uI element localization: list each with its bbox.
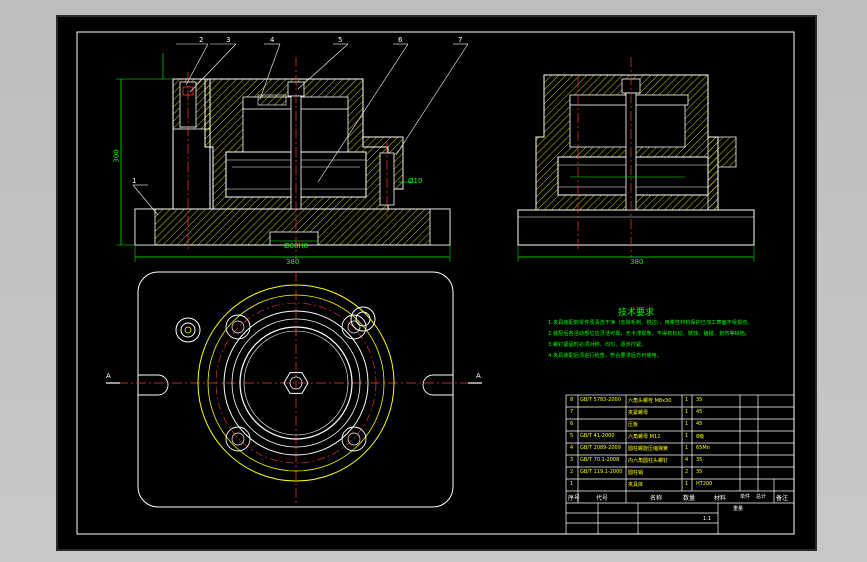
section-mark-right: A: [476, 372, 481, 380]
parts-header: 序号 代号 名称 数量 材料 单件 总计 备注: [568, 494, 789, 502]
bolt-hole: [225, 314, 251, 340]
corner-screw: [175, 317, 201, 343]
notes-title: 技术要求: [618, 308, 655, 318]
dim-bore: Ø60H8: [284, 242, 309, 250]
parts-row: 4 GB/T 2089-2009 圆柱螺旋压缩弹簧 1 65Mn: [570, 445, 710, 452]
balloon-2: 2: [199, 36, 204, 44]
parts-row: 5 GB/T 41-2000 六角螺母 M12 1 8级: [570, 433, 705, 440]
parts-row: 7 夹紧螺母 1 45: [570, 409, 703, 416]
balloon-6: 6: [398, 36, 403, 44]
parts-row: 1 夹具体 1 HT200: [570, 481, 713, 488]
dim-height: 300: [112, 149, 121, 163]
base-foot-left: [134, 208, 156, 246]
spring-seat: [257, 94, 287, 106]
right-slot: [422, 374, 453, 396]
note-line: 1.夹具装配前零件须清洗干净（去除毛刺、锐边），用柔性材料保护已加工表面不受损伤…: [548, 320, 753, 326]
balloon-7: 7: [458, 36, 463, 44]
scale-value: 1:1: [703, 516, 712, 522]
bolt-hole: [341, 426, 367, 452]
parts-row: 3 GB/T 70.1-2008 内六角圆柱头螺钉 4 35: [570, 457, 703, 464]
balloon-4: 4: [270, 36, 275, 44]
dim-width-left: 380: [286, 258, 300, 266]
balloon-1: 1: [132, 177, 137, 185]
section-mark-left: A: [106, 372, 111, 380]
side-base: [517, 209, 755, 246]
dim-pitch: Ø10: [408, 177, 423, 185]
note-line: 2.装配后各活动部位应灵活可靠，无卡滞现象，不得有松动、锈蚀、磕碰、划伤等缺陷。: [548, 331, 751, 337]
balloon-3: 3: [226, 36, 231, 44]
drawing-sheet: 2 3 4 5 6 7 1 300 380 380 Ø60H8 Ø10 A A …: [56, 15, 817, 551]
top-view: [106, 271, 482, 508]
parts-row: 8 GB/T 5783-2000 六角头螺栓 M8x30 1 35: [570, 397, 703, 404]
note-line: 3.螺钉紧固时必须对称、均匀、逐步拧紧。: [548, 342, 647, 348]
side-boss: [707, 136, 737, 211]
cad-viewport[interactable]: 2 3 4 5 6 7 1 300 380 380 Ø60H8 Ø10 A A …: [0, 0, 867, 562]
balloon-5: 5: [338, 36, 343, 44]
parts-row: 6 压板 1 45: [570, 421, 703, 428]
top-base-outline: [137, 271, 454, 508]
note-line: 4.夹具装配后须进行检查，符合要求后方可使用。: [548, 353, 662, 359]
left-slot: [138, 374, 169, 396]
side-section-view: [517, 57, 755, 262]
weight-label: 重量: [733, 506, 744, 512]
front-section-view: [116, 53, 451, 262]
parts-row: 2 GB/T 119.1-2000 圆柱销 2 35: [570, 469, 703, 476]
parts-list: 8 GB/T 5783-2000 六角头螺栓 M8x30 1 35 7 夹紧螺母…: [566, 395, 794, 491]
base-foot-right: [429, 208, 451, 246]
dim-width-right: 380: [630, 258, 644, 266]
bolt-hole: [225, 426, 251, 452]
